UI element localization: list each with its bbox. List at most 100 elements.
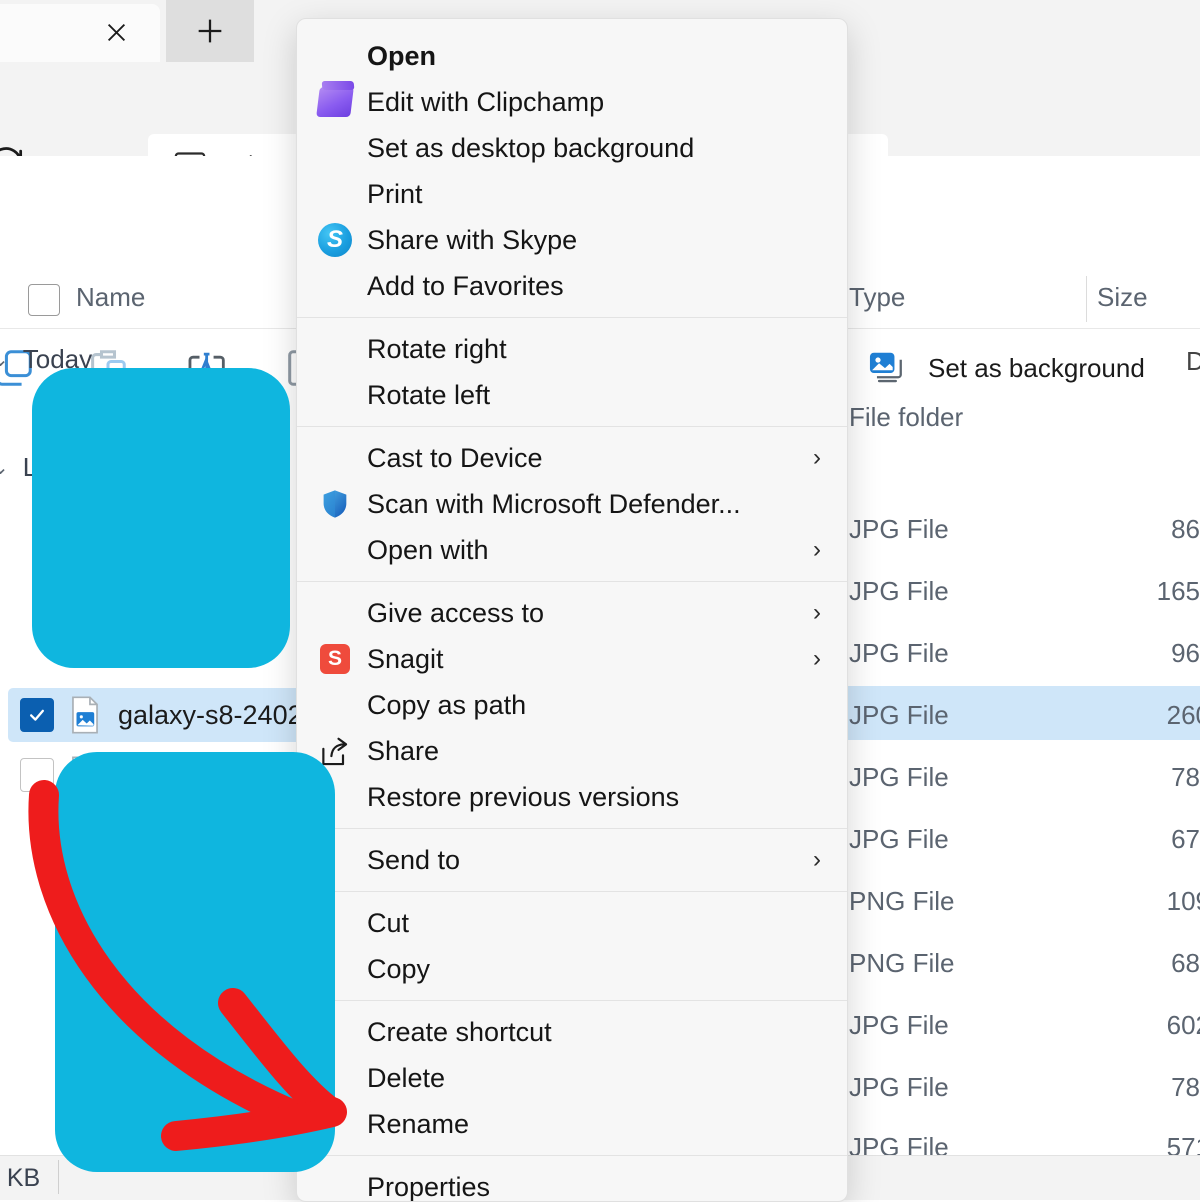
menu-item-give-access-to[interactable]: Give access to › [297, 590, 847, 636]
menu-item-cast-to-device[interactable]: Cast to Device › [297, 435, 847, 481]
chevron-down-icon: ⌄ [0, 455, 9, 480]
menu-separator [297, 891, 847, 892]
cell-size: 78 [1106, 1072, 1200, 1103]
menu-separator [297, 581, 847, 582]
cell-type: JPG File [849, 700, 949, 731]
select-all-checkbox[interactable] [28, 284, 60, 316]
divider [58, 1160, 59, 1194]
status-text: 9 KB [0, 1164, 40, 1193]
image-file-icon [68, 695, 102, 735]
cell-type: PNG File [849, 886, 954, 917]
menu-item-create-shortcut[interactable]: Create shortcut [297, 1009, 847, 1055]
menu-item-open-with[interactable]: Open with › [297, 527, 847, 573]
menu-item-label: Copy [367, 954, 430, 985]
menu-item-rotate-right[interactable]: Rotate right [297, 326, 847, 372]
cell-type: JPG File [849, 638, 949, 669]
new-tab-button[interactable] [166, 0, 254, 62]
column-header-name[interactable]: Name [76, 282, 145, 313]
close-tab-icon[interactable] [98, 14, 134, 50]
menu-item-edit-with-clipchamp[interactable]: Edit with Clipchamp [297, 79, 847, 125]
set-as-background-button[interactable]: Set as background [864, 342, 1145, 394]
toolbar-right-clipped-label: D [1186, 346, 1200, 377]
menu-item-label: Cut [367, 908, 409, 939]
rename-icon[interactable] [180, 342, 232, 394]
cell-type: PNG File [849, 948, 954, 979]
menu-item-label: Rename [367, 1109, 469, 1140]
clipchamp-icon [315, 82, 355, 122]
snagit-icon: S [315, 639, 355, 679]
menu-item-rotate-left[interactable]: Rotate left [297, 372, 847, 418]
menu-item-label: Share with Skype [367, 225, 577, 256]
menu-item-label: Scan with Microsoft Defender... [367, 489, 741, 520]
menu-item-label: Cast to Device [367, 443, 543, 474]
group-header-today[interactable]: ⌄ Today [0, 344, 92, 375]
cell-type: JPG File [849, 824, 949, 855]
menu-item-cut[interactable]: Cut [297, 900, 847, 946]
menu-item-copy-as-path[interactable]: Copy as path [297, 682, 847, 728]
menu-separator [297, 1000, 847, 1001]
menu-item-copy[interactable]: Copy [297, 946, 847, 992]
menu-item-label: Edit with Clipchamp [367, 87, 604, 118]
menu-item-properties[interactable]: Properties [297, 1164, 847, 1202]
column-divider[interactable] [1086, 276, 1087, 322]
menu-item-open[interactable]: Open [297, 33, 847, 79]
menu-item-set-as-desktop-background[interactable]: Set as desktop background [297, 125, 847, 171]
group-header-last[interactable]: ⌄ L [0, 452, 37, 483]
menu-item-share-with-skype[interactable]: S Share with Skype [297, 217, 847, 263]
menu-item-label: Rotate right [367, 334, 507, 365]
cell-type: JPG File [849, 1010, 949, 1041]
menu-item-label: Give access to [367, 598, 544, 629]
menu-item-share[interactable]: Share [297, 728, 847, 774]
cell-size: 260 [1106, 700, 1200, 731]
column-header-size[interactable]: Size [1097, 282, 1148, 313]
menu-separator [297, 317, 847, 318]
menu-item-delete[interactable]: Delete [297, 1055, 847, 1101]
menu-separator [297, 426, 847, 427]
menu-item-label: Create shortcut [367, 1017, 552, 1048]
chevron-right-icon: › [813, 536, 821, 564]
menu-item-rename[interactable]: Rename [297, 1101, 847, 1147]
cell-size: 68 [1106, 948, 1200, 979]
explorer-tab[interactable] [0, 4, 160, 62]
menu-item-label: Share [367, 736, 439, 767]
image-file-icon [68, 755, 102, 795]
chevron-right-icon: › [813, 599, 821, 627]
cell-size: 109 [1106, 886, 1200, 917]
cell-size: 67 [1106, 824, 1200, 855]
menu-separator [297, 1155, 847, 1156]
cell-size: 602 [1106, 1010, 1200, 1041]
cell-size: 96 [1106, 638, 1200, 669]
menu-item-label: Delete [367, 1063, 445, 1094]
menu-item-label: Copy as path [367, 690, 526, 721]
menu-item-label: Open with [367, 535, 489, 566]
menu-item-print[interactable]: Print [297, 171, 847, 217]
menu-item-label: Print [367, 179, 423, 210]
context-menu[interactable]: Open Edit with Clipchamp Set as desktop … [296, 18, 848, 1202]
menu-item-restore-previous-versions[interactable]: Restore previous versions [297, 774, 847, 820]
menu-item-snagit[interactable]: S Snagit › [297, 636, 847, 682]
cell-size: 86 [1106, 514, 1200, 545]
menu-item-label: Add to Favorites [367, 271, 564, 302]
skype-icon: S [315, 220, 355, 260]
menu-item-send-to[interactable]: Send to › [297, 837, 847, 883]
menu-item-label: Snagit [367, 644, 444, 675]
column-header-type[interactable]: Type [849, 282, 905, 313]
cell-type: JPG File [849, 576, 949, 607]
chevron-down-icon: ⌄ [0, 347, 9, 372]
menu-item-label: Send to [367, 845, 460, 876]
menu-item-add-to-favorites[interactable]: Add to Favorites [297, 263, 847, 309]
cell-size: 78 [1106, 762, 1200, 793]
set-as-background-icon [864, 345, 906, 392]
row-checkbox[interactable] [20, 698, 54, 732]
share-icon [315, 731, 355, 771]
chevron-right-icon: › [813, 645, 821, 673]
menu-separator [297, 828, 847, 829]
chevron-right-icon: › [813, 444, 821, 472]
cell-type: JPG File [849, 514, 949, 545]
menu-item-label: Rotate left [367, 380, 490, 411]
cell-type: JPG File [849, 1072, 949, 1103]
set-as-background-label: Set as background [928, 353, 1145, 384]
menu-item-scan-with-microsoft-defender[interactable]: Scan with Microsoft Defender... [297, 481, 847, 527]
cell-size: 165 [1106, 576, 1200, 607]
menu-item-label: Properties [367, 1172, 490, 1202]
